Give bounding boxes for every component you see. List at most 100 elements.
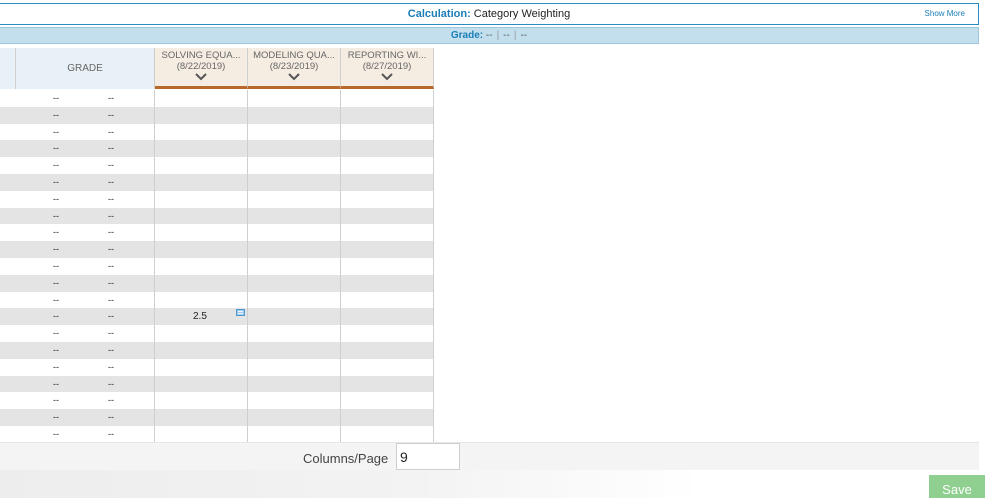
score-cell[interactable] (341, 140, 433, 157)
table-row: -- -- (0, 409, 434, 426)
score-cell[interactable] (155, 426, 247, 443)
score-cell[interactable] (155, 224, 247, 241)
score-cell[interactable] (341, 376, 433, 393)
column-divider (433, 90, 434, 442)
table-row: -- -- (0, 224, 434, 241)
score-cell[interactable] (248, 124, 340, 141)
grade-cell: -- (108, 328, 114, 339)
score-cell[interactable] (248, 325, 340, 342)
score-cell[interactable] (341, 392, 433, 409)
score-cell[interactable] (155, 376, 247, 393)
score-cell[interactable] (341, 241, 433, 258)
score-cell[interactable] (341, 124, 433, 141)
grade-cell: -- (53, 294, 59, 305)
column-divider (154, 90, 155, 442)
score-cell[interactable] (248, 258, 340, 275)
show-more-link[interactable]: Show More (925, 9, 965, 18)
score-cell[interactable] (248, 191, 340, 208)
grade-cell: -- (108, 210, 114, 221)
score-cell[interactable] (248, 342, 340, 359)
score-cell[interactable] (155, 258, 247, 275)
assignment-header-solving-equations[interactable]: SOLVING EQUA... (8/22/2019) (155, 48, 248, 89)
columns-per-page-input[interactable] (396, 443, 460, 470)
score-cell[interactable] (155, 140, 247, 157)
score-cell[interactable] (341, 292, 433, 309)
grade-cell: -- (53, 143, 59, 154)
score-cell[interactable] (248, 359, 340, 376)
score-cell[interactable] (341, 308, 433, 325)
score-cell[interactable] (341, 174, 433, 191)
score-cell[interactable] (248, 426, 340, 443)
score-cell[interactable] (341, 258, 433, 275)
grade-cell: -- (108, 428, 114, 439)
score-cell[interactable] (248, 275, 340, 292)
score-cell[interactable] (155, 275, 247, 292)
score-cell[interactable] (341, 409, 433, 426)
score-cell[interactable] (155, 174, 247, 191)
score-cell[interactable] (341, 208, 433, 225)
score-cell[interactable] (248, 90, 340, 107)
score-cell[interactable] (248, 224, 340, 241)
calculation-bar: Calculation: Category Weighting Show Mor… (0, 3, 979, 25)
calculation-label: Calculation: (407, 8, 471, 20)
score-cell[interactable] (248, 107, 340, 124)
score-cell[interactable] (248, 409, 340, 426)
score-cell[interactable] (248, 208, 340, 225)
score-cell[interactable] (155, 90, 247, 107)
assignment-date: (8/23/2019) (269, 61, 319, 72)
score-cell[interactable] (248, 140, 340, 157)
grade-cell: -- (108, 378, 114, 389)
grade-cell: -- (108, 277, 114, 288)
grade-cell: -- (53, 210, 59, 221)
score-cell[interactable] (155, 325, 247, 342)
score-cell[interactable] (341, 426, 433, 443)
score-cell[interactable] (155, 107, 247, 124)
score-cell[interactable] (248, 392, 340, 409)
chevron-down-icon[interactable] (195, 73, 207, 81)
score-cell[interactable] (155, 292, 247, 309)
comment-icon[interactable] (236, 309, 245, 317)
score-cell[interactable] (341, 107, 433, 124)
score-cell[interactable] (155, 124, 247, 141)
table-row: -- -- (0, 124, 434, 141)
grade-column-header: GRADE (16, 48, 155, 89)
columns-per-page-label: Columns/Page (303, 451, 389, 466)
score-cell[interactable] (155, 208, 247, 225)
assignment-name: SOLVING EQUA... (161, 50, 241, 61)
grade-cell: -- (108, 176, 114, 187)
score-cell[interactable] (341, 191, 433, 208)
score-cell[interactable] (248, 157, 340, 174)
score-cell[interactable] (341, 157, 433, 174)
score-cell[interactable] (341, 275, 433, 292)
score-cell[interactable] (248, 174, 340, 191)
score-cell[interactable] (155, 241, 247, 258)
score-cell[interactable] (341, 325, 433, 342)
table-row: -- -- (0, 173, 434, 191)
score-cell[interactable] (155, 191, 247, 208)
score-cell[interactable] (341, 224, 433, 241)
score-cell[interactable] (155, 157, 247, 174)
score-cell[interactable] (155, 392, 247, 409)
table-row: -- -- (0, 207, 434, 225)
score-cell[interactable] (341, 90, 433, 107)
chevron-down-icon[interactable] (288, 73, 300, 81)
score-cell[interactable] (248, 241, 340, 258)
assignment-name: REPORTING WI... (347, 50, 427, 61)
score-cell[interactable] (341, 359, 433, 376)
score-cell[interactable] (248, 376, 340, 393)
score-cell[interactable] (341, 342, 433, 359)
grade-cell: -- (53, 311, 59, 322)
save-button[interactable]: Save (929, 475, 985, 498)
table-row: -- -- (0, 392, 434, 409)
score-value[interactable]: 2.5 (193, 308, 207, 325)
score-cell[interactable] (248, 292, 340, 309)
assignment-header-reporting-with[interactable]: REPORTING WI... (8/27/2019) (341, 48, 434, 89)
score-cell[interactable] (155, 359, 247, 376)
chevron-down-icon[interactable] (381, 73, 393, 81)
grade-cell: -- (108, 227, 114, 238)
assignment-header-modeling-quantities[interactable]: MODELING QUA... (8/23/2019) (248, 48, 341, 89)
assignment-date: (8/27/2019) (362, 61, 412, 72)
score-cell[interactable] (155, 342, 247, 359)
score-cell[interactable] (248, 308, 340, 325)
score-cell[interactable] (155, 409, 247, 426)
